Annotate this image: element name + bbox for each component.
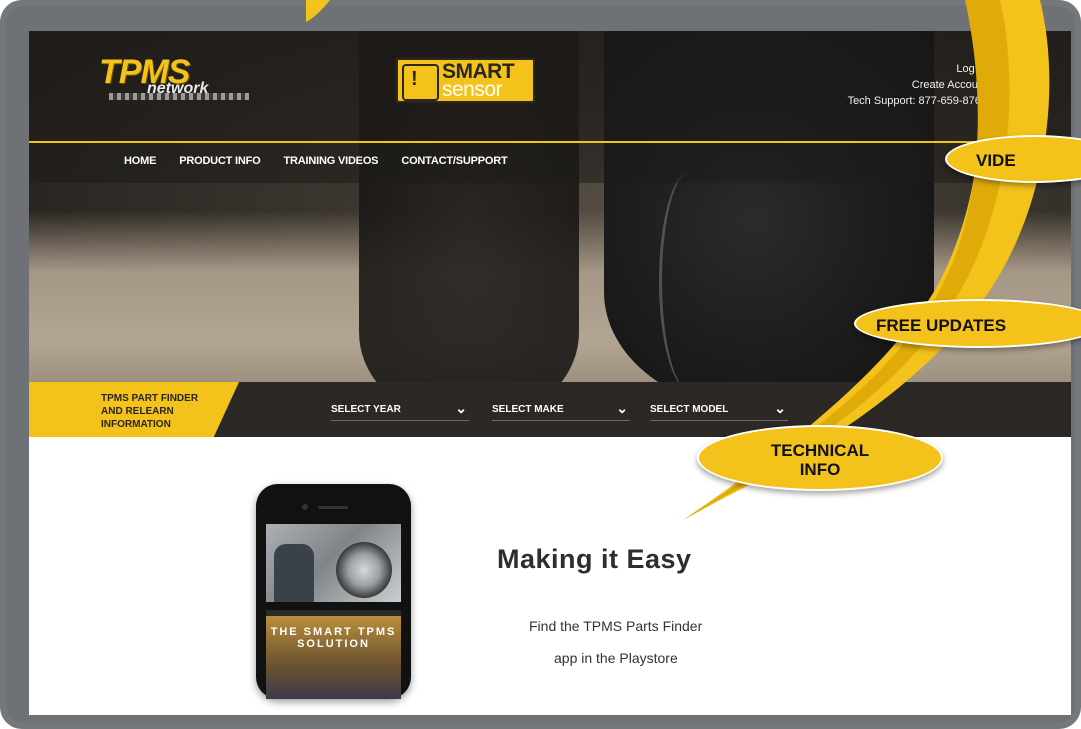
- nav-item-home[interactable]: HOME: [124, 155, 156, 167]
- select-year[interactable]: SELECT YEAR ⌄: [331, 400, 469, 421]
- part-finder-label: TPMS PART FINDER AND RELEARN INFORMATION: [29, 382, 239, 437]
- utility-links: Log In Create Account Tech Support: 877-…: [848, 61, 987, 109]
- phone-screen: THE SMART TPMS SOLUTION: [266, 524, 401, 699]
- callout-technical-line1: TECHNICAL: [770, 441, 870, 460]
- select-make-value: SELECT MAKE: [492, 404, 564, 415]
- promo-title: THE SMART TPMS SOLUTION: [270, 626, 397, 650]
- login-link[interactable]: Log In: [848, 61, 987, 77]
- main-nav: HOME PRODUCT INFO TRAINING VIDEOS CONTAC…: [124, 155, 508, 167]
- phone-speaker: [318, 506, 348, 509]
- logo-sensor-text: sensor: [442, 78, 503, 101]
- select-make[interactable]: SELECT MAKE ⌄: [492, 400, 630, 421]
- phone-video-thumbnail[interactable]: [266, 524, 401, 609]
- website-viewport: TPMS network ! SMART sensor Log In Creat…: [29, 31, 1071, 715]
- subtext-line-1: Find the TPMS Parts Finder: [529, 618, 703, 634]
- chevron-down-icon: ⌄: [774, 400, 786, 416]
- nav-item-contact-support[interactable]: CONTACT/SUPPORT: [401, 155, 507, 167]
- video-person: [274, 544, 314, 604]
- tire-pressure-warning-icon: !: [402, 64, 439, 101]
- callout-technical-line2: INFO: [799, 460, 841, 479]
- select-model-value: SELECT MODEL: [650, 404, 729, 415]
- phone-mockup: THE SMART TPMS SOLUTION: [256, 484, 411, 699]
- nav-item-training-videos[interactable]: TRAINING VIDEOS: [284, 155, 379, 167]
- header-divider: [29, 141, 1071, 143]
- video-wheel: [336, 542, 392, 598]
- callout-free-updates-text: FREE UPDATES: [876, 316, 1007, 335]
- screenshot-frame: TPMS network ! SMART sensor Log In Creat…: [0, 0, 1081, 729]
- part-finder-label-text: TPMS PART FINDER AND RELEARN INFORMATION: [101, 393, 199, 430]
- subtext-line-2: app in the Playstore: [554, 650, 678, 666]
- phone-camera: [302, 504, 308, 510]
- callout-technical-info: TECHNICAL INFO: [697, 425, 943, 491]
- video-controls[interactable]: [266, 602, 401, 610]
- logo-checker-stripe: [109, 93, 249, 100]
- tech-support-link[interactable]: Tech Support: 877-659-8767: [848, 93, 987, 109]
- headline: Making it Easy: [497, 544, 692, 574]
- nav-item-product-info[interactable]: PRODUCT INFO: [179, 155, 261, 167]
- chevron-down-icon: ⌄: [616, 400, 628, 416]
- tpms-network-logo[interactable]: TPMS network: [99, 53, 259, 105]
- smart-sensor-logo[interactable]: ! SMART sensor: [396, 58, 535, 103]
- chevron-down-icon: ⌄: [455, 400, 467, 416]
- callout-video-text: VIDE: [976, 151, 1016, 170]
- select-year-value: SELECT YEAR: [331, 404, 401, 415]
- hero-tire-tread: [659, 171, 722, 391]
- select-model[interactable]: SELECT MODEL ⌄: [650, 400, 788, 421]
- create-account-link[interactable]: Create Account: [848, 77, 987, 93]
